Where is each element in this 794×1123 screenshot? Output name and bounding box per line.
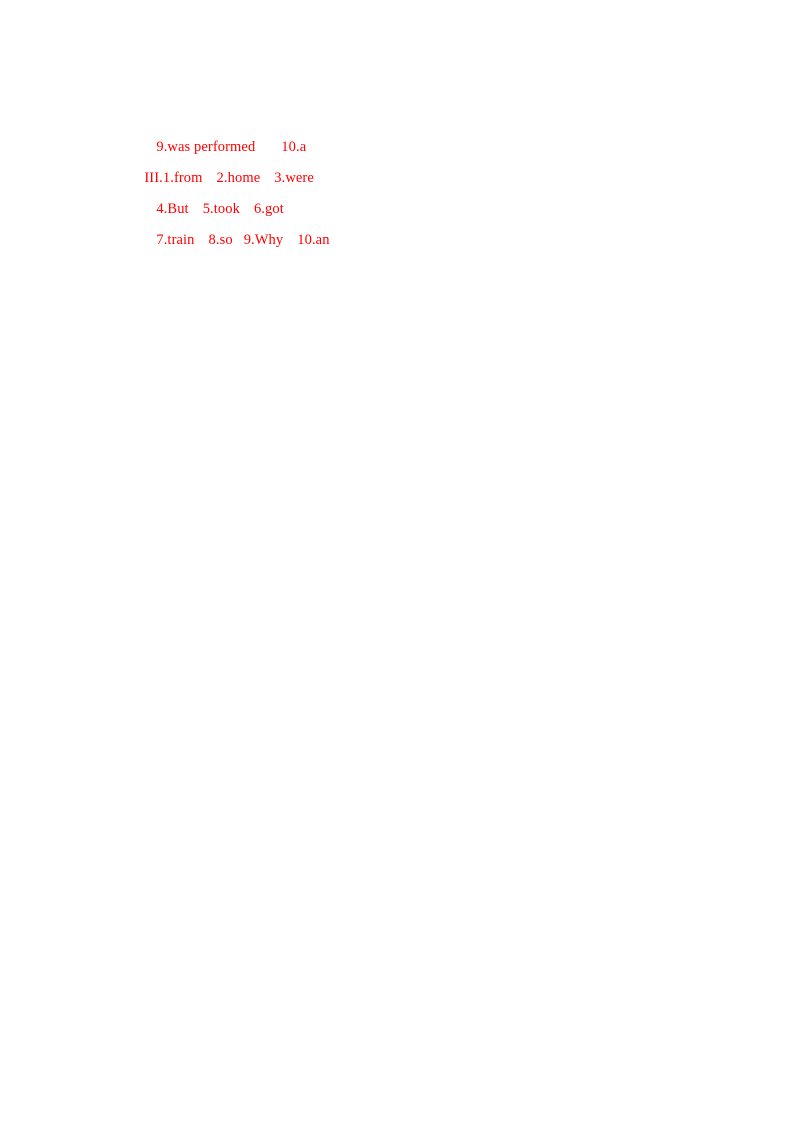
answer-item-2: 2.home bbox=[216, 170, 261, 186]
answer-item-5: 5.took bbox=[202, 201, 240, 217]
answer-item-3: 3.were bbox=[274, 170, 314, 186]
answer-item-9: 9.was performed bbox=[156, 139, 256, 155]
answer-item-9b: 9.Why bbox=[243, 232, 284, 248]
answer-line-2: III.1.from 2.home 3.were bbox=[0, 132, 794, 186]
answer-line-3: 4.But 5.took 6.got bbox=[0, 163, 794, 217]
page-sheet: 9.was performed 10.a III.1.from 2.home 3.we… bbox=[0, 0, 794, 1123]
section-label-iii: III. bbox=[144, 170, 163, 186]
answer-item-4: 4.But bbox=[156, 201, 189, 217]
answer-item-7: 7.train bbox=[156, 232, 195, 248]
answer-item-8: 8.so bbox=[208, 232, 233, 248]
answer-key-block: 9.was performed 10.a III.1.from 2.home 3.we… bbox=[0, 101, 794, 248]
answer-item-10: 10.a bbox=[281, 139, 307, 155]
answer-line-1: 9.was performed 10.a bbox=[0, 101, 794, 155]
answer-item-6: 6.got bbox=[253, 201, 284, 217]
answer-line-4: 7.train 8.so 9.Why 10.an bbox=[0, 194, 794, 248]
answer-item-1: 1.from bbox=[162, 170, 203, 186]
answer-item-10b: 10.an bbox=[297, 232, 330, 248]
